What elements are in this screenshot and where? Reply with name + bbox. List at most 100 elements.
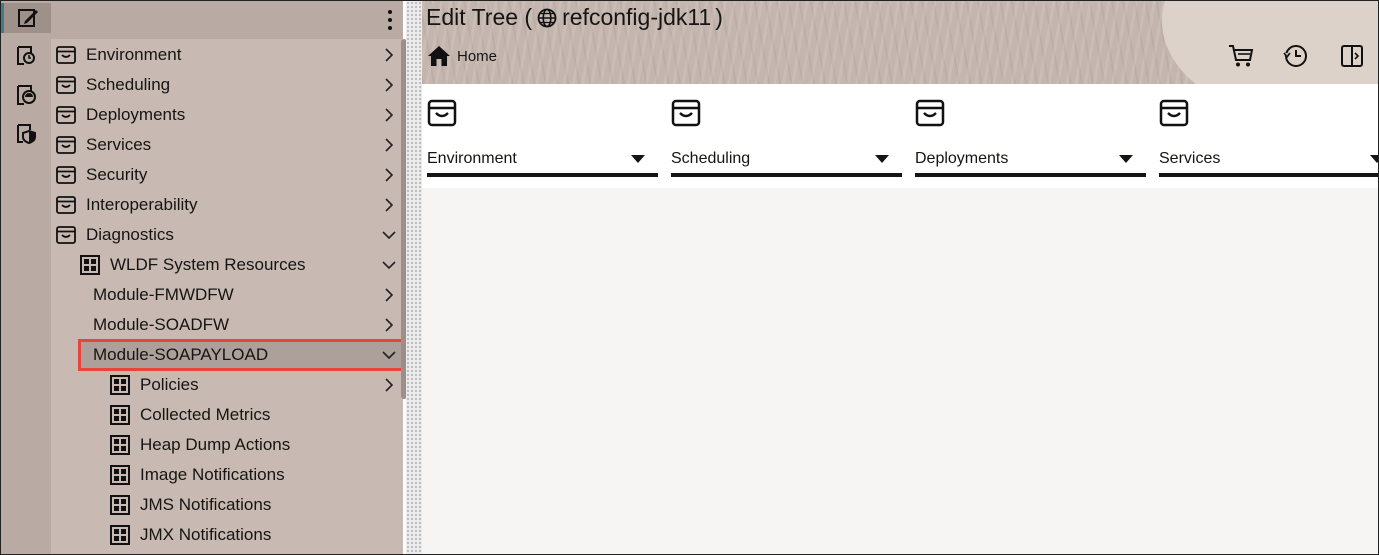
folder-icon (55, 104, 77, 126)
tree-item-collected-metrics[interactable]: Collected Metrics (51, 400, 403, 430)
tree-item-module-soadfw[interactable]: Module-SOADFW (51, 310, 403, 340)
caret-down-icon[interactable] (875, 155, 889, 163)
tree-item-label: JMX Notifications (140, 525, 272, 544)
grid-icon (109, 494, 131, 516)
toggle-panel-button[interactable] (1337, 41, 1367, 71)
card-environment[interactable]: Environment (422, 84, 658, 188)
tree-item-scheduling[interactable]: Scheduling (51, 70, 403, 100)
card-services[interactable]: Services (1154, 84, 1378, 188)
history-icon (1283, 45, 1307, 67)
kebab-menu-icon[interactable] (383, 7, 397, 33)
chevron-right-icon (385, 48, 394, 62)
tree-item-label: Deployments (86, 105, 186, 124)
tree-item-label: Module-SOAPAYLOAD (93, 345, 269, 364)
configuration-view-button[interactable] (3, 80, 49, 110)
edit-tree-button[interactable] (1, 3, 51, 33)
tree-item-label: Module-FMWDFW (93, 285, 234, 304)
card-label: Environment (427, 150, 517, 167)
card-label: Scheduling (671, 150, 751, 167)
folder-icon (55, 134, 77, 156)
folder-icon (55, 74, 77, 96)
shopping-cart-icon (1229, 45, 1254, 67)
folder-icon (914, 97, 946, 129)
card-underline (671, 173, 902, 177)
card-label: Services (1159, 150, 1221, 167)
grid-icon (109, 374, 131, 396)
tree-item-environment[interactable]: Environment (51, 40, 403, 70)
title-prefix: Edit Tree ( (426, 4, 533, 30)
security-data-button[interactable] (3, 119, 49, 149)
tree-item-wldf-system-resources[interactable]: WLDF System Resources (51, 250, 403, 280)
breadcrumb-home-link[interactable]: Home (457, 48, 497, 65)
tree-item-label: Interoperability (86, 195, 198, 214)
folder-icon (55, 44, 77, 66)
chevron-right-icon (385, 168, 394, 182)
tree-item-label: Services (86, 135, 152, 154)
chevron-right-icon (385, 288, 394, 302)
chevron-right-icon (385, 108, 394, 122)
tree-item-label: Collected Metrics (140, 405, 271, 424)
landing-cards: Environment Scheduling Deployments Servi… (422, 84, 1378, 188)
grid-icon (109, 434, 131, 456)
chevron-down-icon (382, 351, 396, 360)
grid-icon (79, 254, 101, 276)
tree-item-label: JMS Notifications (140, 495, 272, 514)
chevron-down-icon (382, 231, 396, 240)
folder-icon (1158, 97, 1190, 129)
home-icon (428, 46, 450, 66)
tree-item-security[interactable]: Security (51, 160, 403, 190)
card-label: Deployments (915, 150, 1009, 167)
tree-item-heap-dump-actions[interactable]: Heap Dump Actions (51, 430, 403, 460)
domain-name: refconfig-jdk11 (562, 4, 712, 30)
chevron-down-icon (382, 261, 396, 270)
tree-item-label: Environment (86, 45, 182, 64)
chevron-right-icon (385, 378, 394, 392)
app-window: Environment Scheduling Deployments Servi… (0, 0, 1379, 555)
tree-item-label: Image Notifications (140, 465, 285, 484)
tree-item-interoperability[interactable]: Interoperability (51, 190, 403, 220)
shopping-cart-button[interactable] (1226, 41, 1256, 71)
chevron-right-icon (385, 318, 394, 332)
tree-item-image-notifications[interactable]: Image Notifications (51, 460, 403, 490)
tree-item-policies[interactable]: Policies (51, 370, 403, 400)
tree-item-jms-notifications[interactable]: JMS Notifications (51, 490, 403, 520)
tree-item-diagnostics[interactable]: Diagnostics (51, 220, 403, 250)
grid-icon (109, 404, 131, 426)
panel-splitter-handle[interactable] (406, 1, 422, 554)
tree-item-label: Policies (140, 375, 199, 394)
folder-icon (670, 97, 702, 129)
caret-down-icon[interactable] (631, 155, 645, 163)
tree-item-deployments[interactable]: Deployments (51, 100, 403, 130)
folder-icon (55, 164, 77, 186)
title-suffix: ) (715, 4, 723, 30)
chevron-right-icon (385, 198, 394, 212)
tree-item-label: Module-SOADFW (93, 315, 230, 334)
folder-icon (55, 194, 77, 216)
card-underline (915, 173, 1146, 177)
tree-item-jmx-notifications[interactable]: JMX Notifications (51, 520, 403, 550)
caret-down-icon[interactable] (1119, 155, 1133, 163)
card-deployments[interactable]: Deployments (910, 84, 1146, 188)
navigation-tree: Environment Scheduling Deployments Servi… (51, 1, 403, 554)
page-title: Edit Tree ( refconfig-jdk11 ) (426, 4, 723, 31)
folder-icon (426, 97, 458, 129)
tree-item-label: Heap Dump Actions (140, 435, 291, 454)
edit-icon (17, 9, 38, 27)
card-underline (427, 173, 658, 177)
card-underline (1159, 173, 1378, 177)
card-scheduling[interactable]: Scheduling (666, 84, 902, 188)
breadcrumb: Home (427, 45, 497, 67)
tree-item-services[interactable]: Services (51, 130, 403, 160)
recent-pages-button[interactable] (1281, 41, 1311, 71)
tree-item-module-fmwdfw[interactable]: Module-FMWDFW (51, 280, 403, 310)
tree-item-label: WLDF System Resources (110, 255, 306, 274)
chevron-right-icon (385, 78, 394, 92)
security-shield-icon (17, 124, 36, 145)
main-content: Edit Tree ( refconfig-jdk11 ) Home Envir… (422, 1, 1378, 554)
caret-down-icon[interactable] (1370, 155, 1378, 163)
tree-item-label: Diagnostics (86, 225, 174, 244)
monitoring-tree-button[interactable] (3, 41, 49, 71)
tree-toolbar (51, 1, 403, 39)
monitoring-icon (17, 46, 35, 65)
tree-item-module-soapayload[interactable]: Module-SOAPAYLOAD (78, 339, 403, 371)
